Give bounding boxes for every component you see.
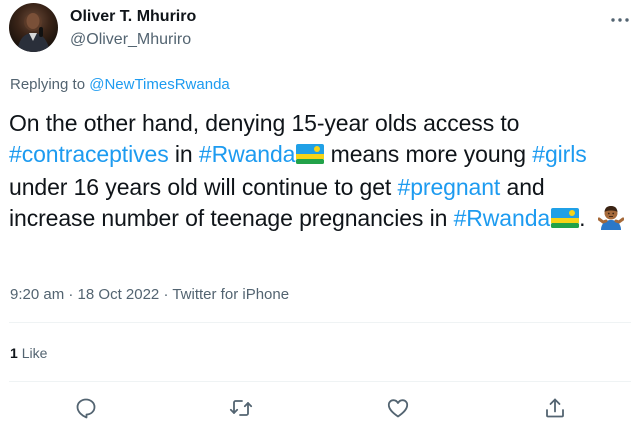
divider: [9, 322, 631, 323]
tweet-text-segment: means more young: [324, 141, 533, 167]
tweet-time[interactable]: 9:20 am: [10, 286, 64, 303]
replying-to-line: Replying to @NewTimesRwanda: [10, 76, 230, 93]
author-name[interactable]: Oliver T. Mhuriro: [70, 8, 196, 26]
likes-count: 1: [10, 345, 18, 361]
rwanda-flag-emoji: [296, 141, 325, 172]
rwanda-flag-emoji: [551, 205, 580, 236]
hashtag-girls[interactable]: #girls: [532, 141, 586, 167]
likes-stat[interactable]: 1 Like: [10, 345, 47, 361]
retweet-icon[interactable]: [229, 396, 253, 420]
tweet-text-segment: .: [579, 205, 592, 231]
tweet-text-segment: in: [168, 141, 199, 167]
author-handle[interactable]: @Oliver_Mhuriro: [70, 31, 191, 49]
likes-label: Like: [21, 345, 48, 361]
tweet-text: On the other hand, denying 15-year olds …: [9, 108, 634, 238]
hashtag-pregnant[interactable]: #pregnant: [398, 174, 501, 200]
author-avatar[interactable]: [9, 3, 58, 52]
meta-separator: ·: [64, 286, 78, 303]
share-icon[interactable]: [543, 396, 567, 420]
hashtag-contraceptives[interactable]: #contraceptives: [9, 141, 169, 167]
hashtag-rwanda[interactable]: #Rwanda: [454, 205, 551, 231]
replying-prefix: Replying to: [10, 76, 86, 93]
heart-icon[interactable]: [386, 396, 410, 420]
tweet-date[interactable]: 18 Oct 2022: [78, 286, 160, 303]
reply-bubble-icon[interactable]: [74, 396, 98, 420]
meta-separator: ·: [159, 286, 173, 303]
person-shrugging-emoji: [597, 204, 625, 238]
tweet-card: Oliver T. Mhuriro @Oliver_Mhuriro Replyi…: [0, 0, 640, 435]
tweet-text-segment: On the other hand, denying 15-year olds …: [9, 110, 520, 136]
avatar-photo: [17, 13, 50, 52]
hashtag-rwanda[interactable]: #Rwanda: [199, 141, 296, 167]
tweet-source[interactable]: Twitter for iPhone: [172, 286, 289, 303]
tweet-text-segment: under 16 years old will continue to get: [9, 174, 398, 200]
divider: [9, 381, 631, 382]
reply-mention-link[interactable]: @NewTimesRwanda: [89, 76, 230, 93]
more-dots-icon[interactable]: [608, 8, 632, 32]
tweet-metadata: 9:20 am · 18 Oct 2022 · Twitter for iPho…: [10, 286, 289, 303]
